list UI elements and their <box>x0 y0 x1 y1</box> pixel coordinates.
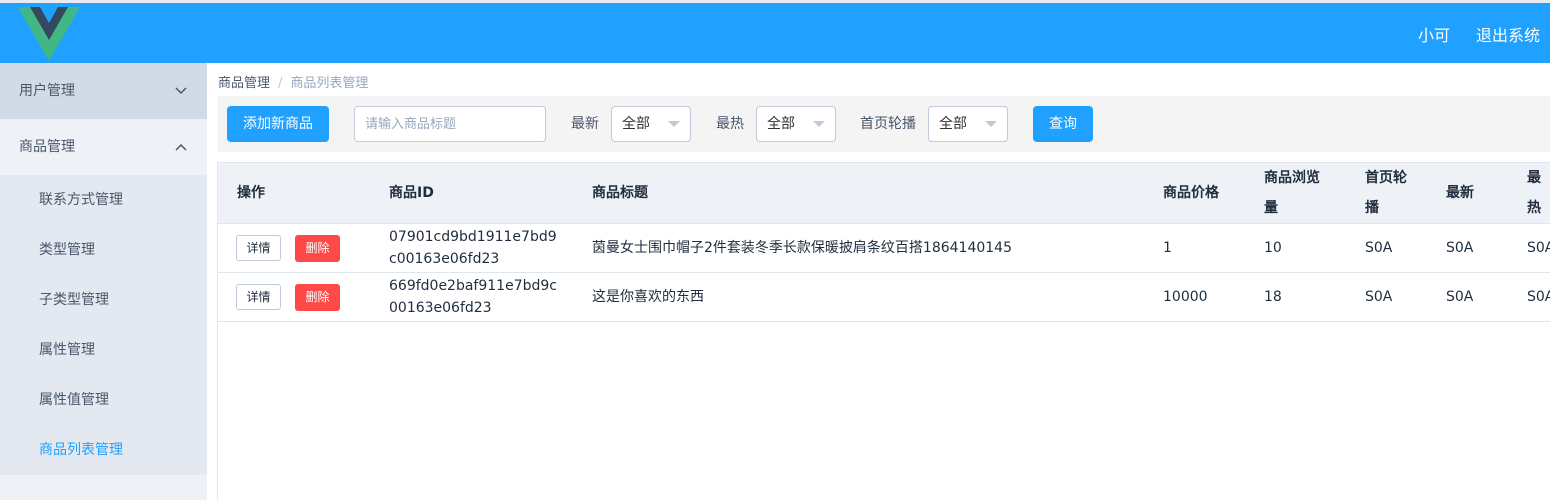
sidebar-item-contact[interactable]: 联系方式管理 <box>0 175 207 225</box>
filter-label-hottest: 最热 <box>716 116 744 132</box>
delete-button[interactable]: 删除 <box>295 235 340 262</box>
cell-price: 1 <box>1163 240 1172 256</box>
select-latest[interactable]: 全部 <box>611 106 691 142</box>
table-row: 详情 删除 07901cd9bd1911e7bd9c00163e06fd23 茵… <box>218 224 1550 273</box>
table-row: 详情 删除 669fd0e2baf911e7bd9c00163e06fd23 这… <box>218 273 1550 322</box>
detail-button[interactable]: 详情 <box>236 284 281 310</box>
menu-group-products[interactable]: 商品管理 <box>0 119 207 175</box>
filter-toolbar: 添加新商品 最新 全部 最热 全部 首页轮播 全部 查询 <box>217 96 1550 152</box>
table-header: 操作 商品ID 商品标题 商品价格 商品浏览量 首页轮播 最新 最热 <box>218 162 1550 224</box>
menu-group-users[interactable]: 用户管理 <box>0 63 207 119</box>
cell-latest: S0A <box>1446 289 1474 305</box>
cell-price: 10000 <box>1163 289 1208 305</box>
sidebar-item-attribute-value[interactable]: 属性值管理 <box>0 375 207 425</box>
cell-carousel: S0A <box>1365 289 1393 305</box>
menu-group-label: 商品管理 <box>19 139 75 155</box>
caret-down-icon <box>813 121 825 127</box>
filter-label-carousel: 首页轮播 <box>860 116 916 132</box>
vue-logo-icon[interactable] <box>18 7 80 61</box>
cell-title: 这是你喜欢的东西 <box>592 289 704 305</box>
column-header-title: 商品标题 <box>592 185 648 201</box>
sidebar-item-type[interactable]: 类型管理 <box>0 225 207 275</box>
sidebar-item-product-list[interactable]: 商品列表管理 <box>0 425 207 475</box>
column-header-id: 商品ID <box>389 185 434 201</box>
detail-button[interactable]: 详情 <box>236 235 281 261</box>
select-carousel[interactable]: 全部 <box>928 106 1008 142</box>
cell-latest: S0A <box>1446 240 1474 256</box>
search-input[interactable] <box>354 106 546 142</box>
column-header-hottest: 最热 <box>1527 170 1541 216</box>
caret-down-icon <box>985 121 997 127</box>
breadcrumb-current: 商品列表管理 <box>290 76 369 91</box>
product-table: 操作 商品ID 商品标题 商品价格 商品浏览量 首页轮播 最新 最热 详情 删除… <box>217 162 1550 500</box>
select-hottest[interactable]: 全部 <box>756 106 836 142</box>
breadcrumb-parent[interactable]: 商品管理 <box>218 76 270 91</box>
sidebar-item-attribute[interactable]: 属性管理 <box>0 325 207 375</box>
sidebar: 用户管理 商品管理 联系方式管理 类型管理 子类型管理 属性管理 属性值管理 商… <box>0 63 207 500</box>
column-header-latest: 最新 <box>1446 185 1474 201</box>
caret-down-icon <box>668 121 680 127</box>
menu-group-label: 用户管理 <box>19 83 75 99</box>
delete-button[interactable]: 删除 <box>295 284 340 311</box>
cell-hottest: S0A <box>1527 240 1550 256</box>
cell-views: 10 <box>1264 240 1282 256</box>
select-value: 全部 <box>622 116 650 132</box>
cell-views: 18 <box>1264 289 1282 305</box>
logout-link[interactable]: 退出系统 <box>1476 22 1540 46</box>
cell-id: 669fd0e2baf911e7bd9c00163e06fd23 <box>389 278 557 316</box>
column-header-price: 商品价格 <box>1163 185 1219 201</box>
query-button[interactable]: 查询 <box>1033 106 1093 142</box>
cell-hottest: S0A <box>1527 289 1550 305</box>
select-value: 全部 <box>939 116 967 132</box>
select-value: 全部 <box>767 116 795 132</box>
cell-id: 07901cd9bd1911e7bd9c00163e06fd23 <box>389 229 557 267</box>
sidebar-item-subtype[interactable]: 子类型管理 <box>0 275 207 325</box>
filter-label-latest: 最新 <box>571 116 599 132</box>
current-user[interactable]: 小可 <box>1418 22 1450 46</box>
submenu-products: 联系方式管理 类型管理 子类型管理 属性管理 属性值管理 商品列表管理 <box>0 175 207 475</box>
app-header: 小可 退出系统 <box>0 3 1550 63</box>
column-header-views: 商品浏览量 <box>1264 170 1320 216</box>
column-header-actions: 操作 <box>237 185 265 201</box>
breadcrumb: 商品管理 / 商品列表管理 <box>218 72 368 91</box>
breadcrumb-separator: / <box>278 76 283 91</box>
column-header-carousel: 首页轮播 <box>1365 170 1407 216</box>
add-product-button[interactable]: 添加新商品 <box>227 106 329 142</box>
cell-carousel: S0A <box>1365 240 1393 256</box>
cell-title: 茵曼女士围巾帽子2件套装冬季长款保暖披肩条纹百搭1864140145 <box>592 240 1012 256</box>
